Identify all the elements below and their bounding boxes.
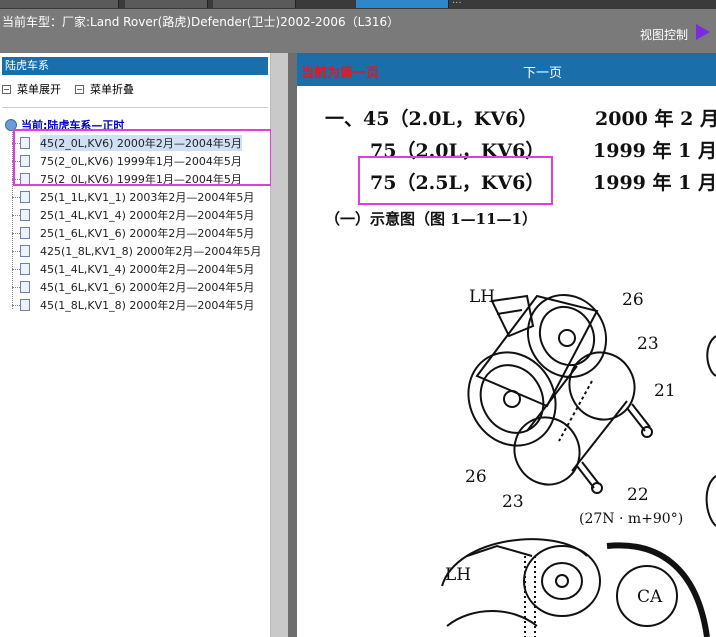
diagram-label-26: 26: [622, 290, 644, 310]
document-icon: [20, 263, 30, 275]
tree-item-label: 45(1_8L,KV1_8) 2000年2月—2004年5月: [40, 299, 255, 312]
panel-title: 陆虎车系: [2, 57, 268, 75]
view-control-arrow-icon[interactable]: [696, 24, 710, 40]
menu-toggle-icon: [75, 84, 84, 94]
tree-item-label: 45(1_4L,KV1_4) 2000年2月—2004年5月: [40, 263, 255, 276]
diagram-label-22: 22: [627, 485, 649, 505]
view-control-link[interactable]: 视图控制: [640, 26, 688, 43]
toolbar-more-link[interactable]: ...: [452, 0, 462, 6]
document-icon: [20, 227, 30, 239]
diagram-label-23: 23: [502, 492, 524, 512]
toolbar-button-2[interactable]: [125, 0, 208, 8]
collapse-menu-button[interactable]: 菜单折叠: [75, 81, 134, 97]
tree-item[interactable]: 45(1_4L,KV1_4) 2000年2月—2004年5月: [12, 261, 254, 277]
tree-item[interactable]: 45(1_8L,KV1_8) 2000年2月—2004年5月: [12, 297, 254, 313]
menu-row: 菜单展开 菜单折叠: [2, 81, 148, 97]
tree-item[interactable]: 425(1_8L,KV1_8) 2000年2月—2004年5月: [12, 243, 261, 259]
diagram-label-21: 21: [654, 381, 676, 401]
expand-menu-button[interactable]: 菜单展开: [2, 81, 61, 97]
document-icon: [20, 245, 30, 257]
tree-item[interactable]: 45(1_6L,KV1_6) 2000年2月—2004年5月: [12, 279, 254, 295]
collapse-menu-label: 菜单折叠: [90, 83, 134, 96]
divider: [2, 107, 268, 108]
tree-item-label: 45(1_6L,KV1_6) 2000年2月—2004年5月: [40, 281, 255, 294]
diagram-label-23: 23: [637, 334, 659, 354]
current-car-type: 当前车型：厂家:Land Rover(路虎)Defender(卫士)2002-2…: [2, 15, 400, 29]
document-icon: [20, 209, 30, 221]
diagram-label-ca: CA: [637, 587, 663, 607]
top-toolbar: ...: [0, 0, 716, 9]
tree-item-label: 25(1_4L,KV1_4) 2000年2月—2004年5月: [40, 209, 255, 222]
tree-item[interactable]: 25(1_1L,KV1_1) 2003年2月—2004年5月: [12, 189, 254, 205]
tree-item-label: 25(1_1L,KV1_1) 2003年2月—2004年5月: [40, 191, 255, 204]
diagram-label-26: 26: [465, 467, 487, 487]
current-page-label: 当前为第一页: [301, 66, 380, 81]
tree-item-label: 425(1_8L,KV1_8) 2000年2月—2004年5月: [40, 245, 262, 258]
next-page-link[interactable]: 下一页: [523, 62, 562, 81]
toolbar-button-4[interactable]: [356, 0, 449, 8]
tree-item-label: 25(1_6L,KV1_6) 2000年2月—2004年5月: [40, 227, 255, 240]
diagram-label-lh: LH: [469, 287, 495, 307]
tree-item[interactable]: 25(1_6L,KV1_6) 2000年2月—2004年5月: [12, 225, 254, 241]
toolbar-button-3[interactable]: [213, 0, 296, 8]
expand-menu-label: 菜单展开: [17, 83, 61, 96]
document-icon: [20, 281, 30, 293]
document-icon: [20, 299, 30, 311]
viewer-nav-bar: 当前为第一页 下一页: [297, 53, 716, 86]
highlight-box: [358, 156, 553, 205]
highlight-box: [13, 129, 272, 186]
menu-toggle-icon: [2, 84, 11, 94]
splitter-handle[interactable]: [288, 53, 297, 637]
diagram-label-lh: LH: [445, 565, 471, 585]
document-icon: [20, 191, 30, 203]
toolbar-button-1[interactable]: [0, 0, 119, 8]
diagram-torque-label: (27N · m+90°): [579, 511, 683, 527]
header-bar: 当前车型：厂家:Land Rover(路虎)Defender(卫士)2002-2…: [0, 9, 716, 53]
tree-item[interactable]: 25(1_4L,KV1_4) 2000年2月—2004年5月: [12, 207, 254, 223]
